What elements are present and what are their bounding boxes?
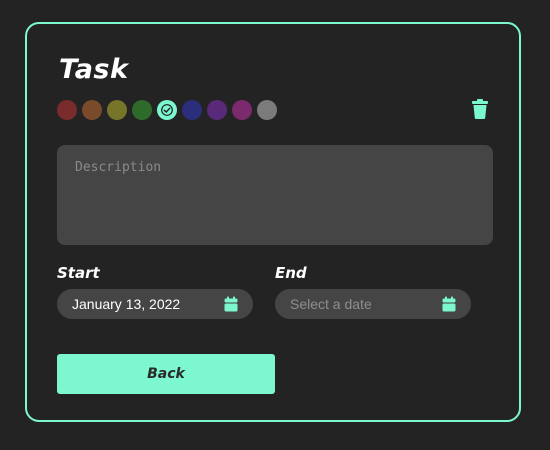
back-button[interactable]: Back (57, 354, 275, 394)
color-swatch-brown[interactable] (82, 100, 102, 120)
color-swatch-navy[interactable] (182, 100, 202, 120)
start-label: Start (57, 264, 100, 282)
color-swatch-olive[interactable] (107, 100, 127, 120)
task-card: Task Start January 13, 2022 End Select a… (25, 22, 521, 422)
color-swatch-magenta[interactable] (232, 100, 252, 120)
start-date-picker[interactable]: January 13, 2022 (57, 289, 253, 319)
color-swatch-green[interactable] (132, 100, 152, 120)
check-icon (161, 104, 173, 116)
calendar-icon (442, 296, 456, 316)
start-date-value: January 13, 2022 (72, 296, 181, 312)
description-field[interactable] (57, 145, 493, 245)
color-swatch-mint[interactable] (157, 100, 177, 120)
trash-icon (472, 99, 488, 119)
delete-task-button[interactable] (470, 98, 490, 120)
color-swatch-purple[interactable] (207, 100, 227, 120)
card-title: Task (59, 54, 129, 85)
end-label: End (275, 264, 307, 282)
color-swatch-red[interactable] (57, 100, 77, 120)
calendar-icon (224, 296, 238, 316)
end-date-picker[interactable]: Select a date (275, 289, 471, 319)
color-swatch-gray[interactable] (257, 100, 277, 120)
end-date-placeholder: Select a date (290, 296, 372, 312)
